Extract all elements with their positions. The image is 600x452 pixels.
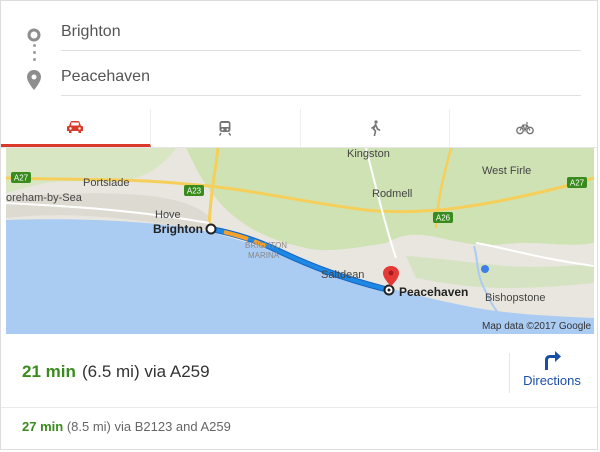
place-saltdean: Saltdean [321,269,364,281]
road-label-a23: A23 [187,187,202,196]
place-rodmell: Rodmell [372,188,412,200]
map-attribution: Map data ©2017 Google [482,321,592,332]
walk-icon [371,120,381,136]
route-map[interactable]: A27 A23 A26 A27 Kingston West Firle Port… [6,148,594,334]
origin-input[interactable] [61,14,581,51]
place-brighton-marina-line2: MARINA [248,251,280,260]
directions-label: Directions [523,373,581,388]
road-label-a27-right: A27 [570,179,585,188]
road-label-a27-left: A27 [14,174,29,183]
place-hove: Hove [155,209,181,221]
poi-blue-dot-icon [481,265,489,273]
place-bishopstone: Bishopstone [485,292,546,304]
directions-button[interactable]: Directions [517,349,587,399]
origin-row [1,14,597,58]
road-label-a26: A26 [436,214,451,223]
destination-input[interactable] [61,59,581,96]
tab-driving[interactable] [1,109,151,147]
route-option-alternate[interactable]: 27 min (8.5 mi) via B2123 and A259 [22,419,231,434]
destination-pin-icon [27,70,41,90]
place-brighton: Brighton [153,222,203,236]
tab-transit[interactable] [151,109,301,147]
place-kingston: Kingston [347,148,390,160]
divider [509,353,510,393]
directions-card: A27 A23 A26 A27 Kingston West Firle Port… [0,0,598,450]
route-inputs [1,1,597,109]
bike-icon [515,122,534,135]
route-option-primary[interactable]: 21 min (6.5 mi) via A259 Directions [1,335,597,408]
route-details: (6.5 mi) via A259 [82,362,210,381]
place-west-firle: West Firle [482,165,531,177]
travel-mode-tabs [1,109,597,148]
route-time: 21 min [22,362,76,381]
alt-route-details: (8.5 mi) via B2123 and A259 [66,419,231,434]
origin-marker-icon[interactable] [205,223,217,235]
alt-route-time: 27 min [22,419,64,434]
destination-row [1,59,597,103]
tab-walking[interactable] [301,109,451,147]
place-peacehaven: Peacehaven [399,285,468,299]
transit-icon [218,121,232,136]
place-brighton-marina-line1: BRIGHTON [245,241,287,250]
car-icon [67,120,84,133]
place-oreham-by-sea: oreham-by-Sea [6,192,83,204]
origin-circle-icon [27,28,41,42]
tab-cycling[interactable] [450,109,597,147]
place-portslade: Portslade [83,177,129,189]
directions-arrow-icon [545,351,561,370]
